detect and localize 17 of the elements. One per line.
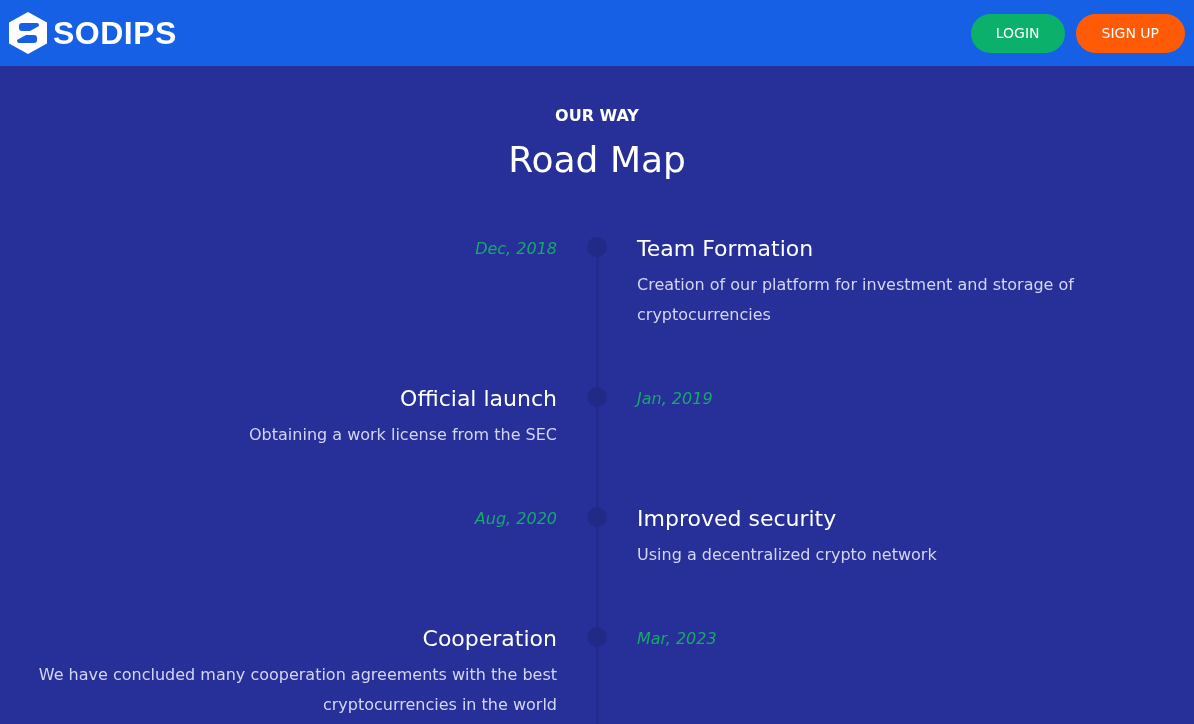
timeline-date: Aug, 2020: [474, 508, 557, 530]
milestone-title: Improved security: [637, 505, 837, 533]
milestone-description: Obtaining a work license from the SEC: [249, 424, 557, 446]
section-eyebrow: OUR WAY: [555, 105, 639, 127]
logo-icon: [8, 12, 48, 54]
login-button[interactable]: LOGIN: [970, 13, 1065, 53]
milestone-description: We have concluded many cooperation agreements with the best cryptocurrencies in the world: [37, 664, 557, 716]
logo-text: SODIPS: [53, 14, 177, 52]
timeline-date: Dec, 2018: [475, 238, 557, 260]
timeline-date: Mar, 2023: [637, 628, 717, 650]
milestone-title: Official launch: [400, 385, 557, 413]
milestone-title: Cooperation: [422, 625, 557, 653]
milestone-description: Creation of our platform for investment and storage of cryptocurrencies: [637, 274, 1076, 326]
section-title: Road Map: [508, 138, 686, 182]
milestone-description: Using a decentralized crypto network: [637, 544, 937, 566]
sign-up-button[interactable]: SIGN UP: [1075, 13, 1185, 53]
milestone-title: Team Formation: [637, 235, 814, 263]
